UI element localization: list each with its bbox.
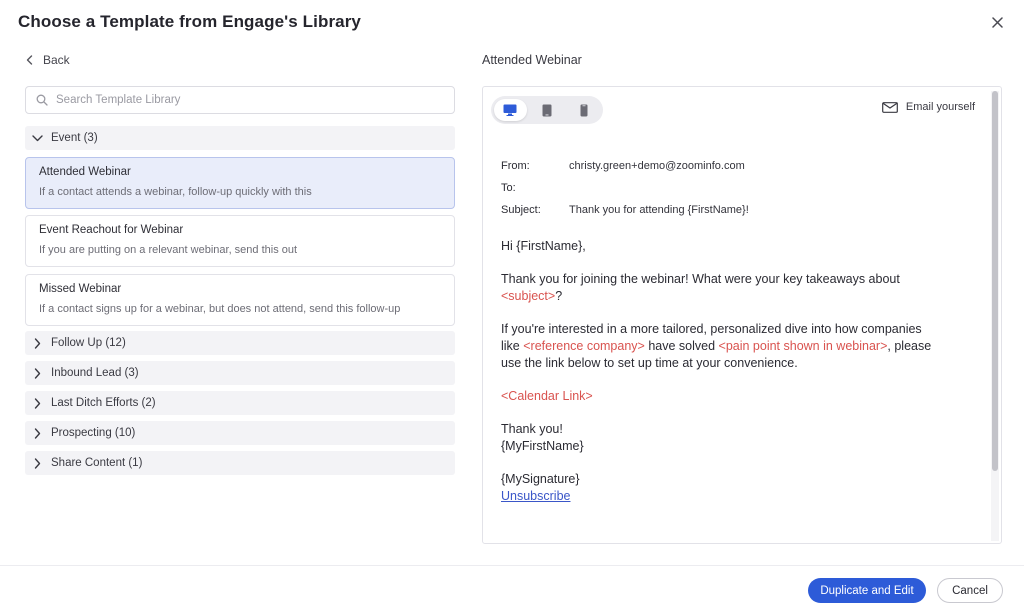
text-fragment: , please: [887, 339, 932, 353]
email-preview-panel: Email yourself From: christy.green+demo@…: [482, 86, 1002, 544]
chevron-right-icon: [31, 367, 43, 379]
chevron-right-icon: [31, 457, 43, 469]
preview-title: Attended Webinar: [482, 53, 582, 67]
email-yourself-label: Email yourself: [905, 101, 975, 113]
modal-title: Choose a Template from Engage's Library: [18, 12, 361, 31]
category-inbound-lead[interactable]: Inbound Lead (3): [25, 361, 455, 385]
template-name: Event Reachout for Webinar: [39, 224, 184, 236]
email-paragraph-1-line-2: <subject>?: [501, 288, 562, 305]
email-paragraph-1-line-1: Thank you for joining the webinar! What …: [501, 272, 900, 286]
template-item-missed-webinar[interactable]: Missed Webinar If a contact signs up for…: [25, 274, 455, 326]
email-paragraph-2-line-2: like <reference company> have solved <pa…: [501, 338, 931, 355]
email-to-row: To:: [501, 182, 569, 194]
template-name: Attended Webinar: [39, 166, 131, 178]
email-from-row: From: christy.green+demo@zoominfo.com: [501, 160, 745, 172]
email-greeting: Hi {FirstName},: [501, 239, 586, 253]
category-event[interactable]: Event (3): [25, 126, 455, 150]
desktop-view-button[interactable]: [494, 99, 527, 121]
pain-point-placeholder: <pain point shown in webinar>: [718, 339, 888, 353]
category-share-content[interactable]: Share Content (1): [25, 451, 455, 475]
template-description: If you are putting on a relevant webinar…: [39, 244, 298, 256]
category-label: Follow Up (12): [51, 337, 126, 349]
cancel-button[interactable]: Cancel: [937, 578, 1003, 603]
category-label: Last Ditch Efforts (2): [51, 397, 156, 409]
from-label: From:: [501, 160, 530, 172]
chevron-right-icon: [31, 397, 43, 409]
device-toggle: [491, 96, 603, 124]
search-input[interactable]: [56, 94, 436, 106]
footer-divider: [0, 565, 1024, 566]
calendar-link-placeholder: <Calendar Link>: [501, 389, 593, 403]
template-name: Missed Webinar: [39, 283, 122, 295]
back-button[interactable]: Back: [26, 53, 70, 67]
tablet-view-button[interactable]: [531, 99, 564, 121]
subject-value: Thank you for attending {FirstName}!: [569, 204, 749, 216]
template-description: If a contact signs up for a webinar, but…: [39, 303, 401, 315]
template-search[interactable]: [25, 86, 455, 114]
category-last-ditch[interactable]: Last Ditch Efforts (2): [25, 391, 455, 415]
chevron-down-icon: [31, 132, 43, 144]
mobile-view-button[interactable]: [567, 99, 600, 121]
email-yourself-button[interactable]: Email yourself: [882, 101, 975, 113]
scrollbar-thumb[interactable]: [992, 91, 998, 471]
my-first-name-token: {MyFirstName}: [501, 439, 584, 453]
email-paragraph-2-line-1: If you're interested in a more tailored,…: [501, 322, 922, 336]
category-follow-up[interactable]: Follow Up (12): [25, 331, 455, 355]
template-item-attended-webinar[interactable]: Attended Webinar If a contact attends a …: [25, 157, 455, 209]
from-value: christy.green+demo@zoominfo.com: [569, 160, 745, 172]
tablet-icon: [542, 104, 552, 116]
category-prospecting[interactable]: Prospecting (10): [25, 421, 455, 445]
email-paragraph-2-line-3: use the link below to set up time at you…: [501, 356, 798, 370]
mobile-icon: [580, 104, 588, 116]
desktop-icon: [503, 104, 517, 116]
subject-placeholder: <subject>: [501, 289, 556, 303]
reference-company-placeholder: <reference company>: [523, 339, 645, 353]
category-label: Inbound Lead (3): [51, 367, 139, 379]
email-thanks: Thank you!: [501, 422, 563, 436]
category-label: Share Content (1): [51, 457, 143, 469]
search-icon: [36, 94, 48, 106]
text-fragment: like: [501, 339, 524, 353]
text-fragment: have solved: [644, 339, 719, 353]
my-signature-token: {MySignature}: [501, 472, 580, 486]
unsubscribe-label[interactable]: Unsubscribe: [501, 489, 570, 503]
to-label: To:: [501, 182, 516, 194]
category-label: Prospecting (10): [51, 427, 136, 439]
envelope-icon: [882, 101, 898, 113]
chevron-right-icon: [31, 337, 43, 349]
punctuation: ?: [555, 289, 563, 303]
template-description: If a contact attends a webinar, follow-u…: [39, 186, 312, 198]
template-item-event-reachout[interactable]: Event Reachout for Webinar If you are pu…: [25, 215, 455, 267]
unsubscribe-link[interactable]: Unsubscribe: [501, 488, 570, 505]
close-button[interactable]: [988, 13, 1006, 31]
chevron-right-icon: [31, 427, 43, 439]
chevron-left-icon: [26, 55, 33, 65]
subject-label: Subject:: [501, 204, 541, 216]
duplicate-and-edit-button[interactable]: Duplicate and Edit: [808, 578, 926, 603]
email-subject-row: Subject: Thank you for attending {FirstN…: [501, 204, 749, 216]
category-label: Event (3): [51, 132, 98, 144]
close-icon[interactable]: [991, 16, 1003, 28]
back-label: Back: [43, 53, 70, 67]
